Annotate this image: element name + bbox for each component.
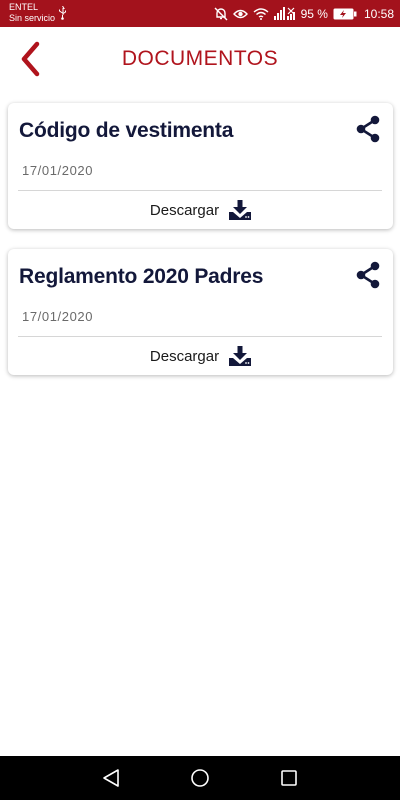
carrier-name: ENTEL bbox=[9, 2, 39, 12]
divider bbox=[18, 336, 382, 337]
battery-charging-icon bbox=[333, 8, 357, 19]
download-icon bbox=[229, 346, 252, 366]
share-icon bbox=[356, 115, 380, 143]
page-title: DOCUMENTOS bbox=[121, 47, 279, 70]
nav-recents-button[interactable] bbox=[277, 766, 301, 790]
back-triangle-icon bbox=[103, 769, 119, 787]
nav-back-button[interactable] bbox=[99, 766, 123, 790]
document-title: Reglamento 2020 Padres bbox=[19, 265, 264, 288]
navigation-bar bbox=[0, 756, 400, 800]
divider bbox=[18, 190, 382, 191]
clock: 10:58 bbox=[363, 6, 394, 21]
battery-percent: 95 % bbox=[300, 6, 328, 21]
status-bar: ENTEL Sin servicio 95 % 10:58 bbox=[0, 0, 400, 27]
download-button[interactable]: Descargar bbox=[8, 344, 393, 368]
eye-icon bbox=[232, 9, 248, 18]
usb-icon bbox=[59, 6, 66, 20]
nav-home-button[interactable] bbox=[188, 766, 212, 790]
document-card: Reglamento 2020 Padres 17/01/2020 Descar… bbox=[8, 249, 393, 375]
document-card: Código de vestimenta 17/01/2020 Descarga… bbox=[8, 103, 393, 229]
share-button[interactable] bbox=[354, 260, 382, 290]
wifi-icon bbox=[253, 7, 269, 20]
document-list: Código de vestimenta 17/01/2020 Descarga… bbox=[8, 103, 393, 395]
download-label: Descargar bbox=[149, 347, 220, 365]
share-icon bbox=[356, 261, 380, 289]
service-status: Sin servicio bbox=[9, 13, 56, 23]
recents-square-icon bbox=[281, 770, 297, 786]
app-header: DOCUMENTOS bbox=[0, 27, 400, 95]
document-title: Código de vestimenta bbox=[19, 119, 234, 142]
home-circle-icon bbox=[191, 769, 209, 787]
status-icons: 95 % 10:58 bbox=[214, 5, 394, 22]
share-button[interactable] bbox=[354, 114, 382, 144]
mute-icon bbox=[214, 7, 228, 20]
document-date: 17/01/2020 bbox=[22, 309, 94, 324]
download-button[interactable]: Descargar bbox=[8, 198, 393, 222]
carrier-info: ENTEL Sin servicio bbox=[9, 2, 55, 24]
signal-icon bbox=[273, 7, 295, 20]
download-icon bbox=[229, 200, 252, 220]
download-label: Descargar bbox=[149, 201, 220, 219]
document-date: 17/01/2020 bbox=[22, 163, 94, 178]
